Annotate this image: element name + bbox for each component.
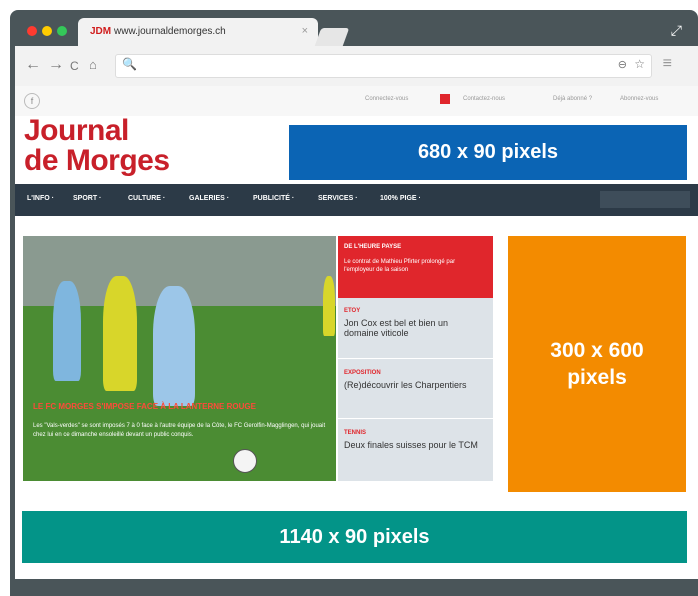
skyscraper-ad-text: 300 x 600 pixels — [550, 339, 644, 389]
site-logo-line2[interactable]: de Morges — [24, 146, 170, 176]
site-search-input[interactable] — [600, 191, 690, 208]
login-link[interactable]: Connectez-vous — [365, 96, 408, 102]
menu-icon[interactable]: ≡ — [663, 55, 672, 73]
facebook-icon[interactable]: f — [24, 93, 40, 109]
featured-text: Le contrat de Mathieu Pfirter prolongé p… — [344, 259, 456, 273]
football — [233, 449, 257, 473]
featured-news[interactable]: DE L'HEURE PAYSE Le contrat de Mathieu P… — [338, 236, 493, 298]
billboard-ad-label: 1140 x 90 pixels — [22, 511, 687, 563]
site-topbar: f Connectez-vous Contactez-nous Déjà abo… — [15, 86, 698, 116]
close-window-button[interactable] — [27, 26, 37, 36]
zoom-icon[interactable]: ⊖ — [618, 58, 627, 71]
nav-item-culture[interactable]: CULTURE · — [128, 195, 165, 202]
nav-item-publicite[interactable]: PUBLICITÉ · — [253, 195, 294, 202]
player-figure — [323, 276, 335, 336]
back-icon[interactable]: ← — [25, 56, 41, 74]
news-title[interactable]: (Re)découvrir les Charpentiers — [344, 380, 484, 390]
nav-item-galeries[interactable]: GALERIES · — [189, 195, 229, 202]
hero-summary: Les "Vals-verdes" se sont imposés 7 à 0 … — [33, 423, 326, 438]
browser-toolbar: ← → C ⌂ 🔍 ⊖ ☆ ≡ — [15, 46, 698, 86]
contact-link[interactable]: Contactez-nous — [463, 96, 505, 102]
divider — [338, 358, 493, 359]
featured-heading: DE L'HEURE PAYSE — [344, 244, 402, 250]
tab-title: www.journaldemorges.ch — [114, 26, 226, 37]
news-sidebar: DE L'HEURE PAYSE Le contrat de Mathieu P… — [338, 236, 493, 481]
nav-item-info[interactable]: L'INFO · — [27, 195, 54, 202]
news-kicker: TENNIS — [344, 430, 367, 436]
subscriber-link[interactable]: Déjà abonné ? — [553, 96, 592, 102]
divider — [338, 418, 493, 419]
skyscraper-ad-label: 300 x 600 pixels — [508, 236, 686, 492]
bookmark-star-icon[interactable]: ☆ — [634, 57, 645, 71]
news-kicker: EXPOSITION — [344, 370, 381, 376]
hero-story[interactable]: LE FC MORGES S'IMPOSE FACE À LA LANTERNE… — [23, 236, 336, 481]
news-title[interactable]: Jon Cox est bel et bien un domaine vitic… — [344, 318, 484, 338]
subscribe-link[interactable]: Abonnez-vous — [620, 96, 658, 102]
home-icon[interactable]: ⌂ — [89, 57, 97, 72]
player-figure — [153, 286, 195, 406]
nav-item-services[interactable]: SERVICES · — [318, 195, 358, 202]
expand-icon[interactable]: ⤢ — [671, 22, 682, 39]
minimize-window-button[interactable] — [42, 26, 52, 36]
player-figure — [53, 281, 81, 381]
page-footer — [15, 579, 698, 596]
leaderboard-ad-label: 680 x 90 pixels — [289, 125, 687, 180]
site-favicon: JDM — [90, 26, 112, 37]
player-figure — [103, 276, 137, 391]
forward-icon[interactable]: → — [48, 56, 64, 74]
news-title[interactable]: Deux finales suisses pour le TCM — [344, 440, 484, 450]
nav-item-pige[interactable]: 100% PIGE · — [380, 195, 421, 202]
browser-tab[interactable]: JDM www.journaldemorges.ch × — [78, 18, 318, 46]
tab-close-icon[interactable]: × — [302, 25, 308, 37]
search-icon: 🔍 — [122, 57, 137, 71]
zoom-window-button[interactable] — [57, 26, 67, 36]
nav-item-sport[interactable]: SPORT · — [73, 195, 101, 202]
reload-icon[interactable]: C — [70, 59, 79, 73]
site-nav: L'INFO · SPORT · CULTURE · GALERIES · PU… — [15, 184, 698, 216]
address-bar[interactable]: 🔍 ⊖ ☆ — [115, 54, 652, 78]
news-kicker: ETOY — [344, 308, 361, 314]
login-badge — [440, 94, 450, 104]
hero-headline[interactable]: LE FC MORGES S'IMPOSE FACE À LA LANTERNE… — [33, 402, 256, 411]
site-logo-line1[interactable]: Journal — [24, 116, 129, 146]
